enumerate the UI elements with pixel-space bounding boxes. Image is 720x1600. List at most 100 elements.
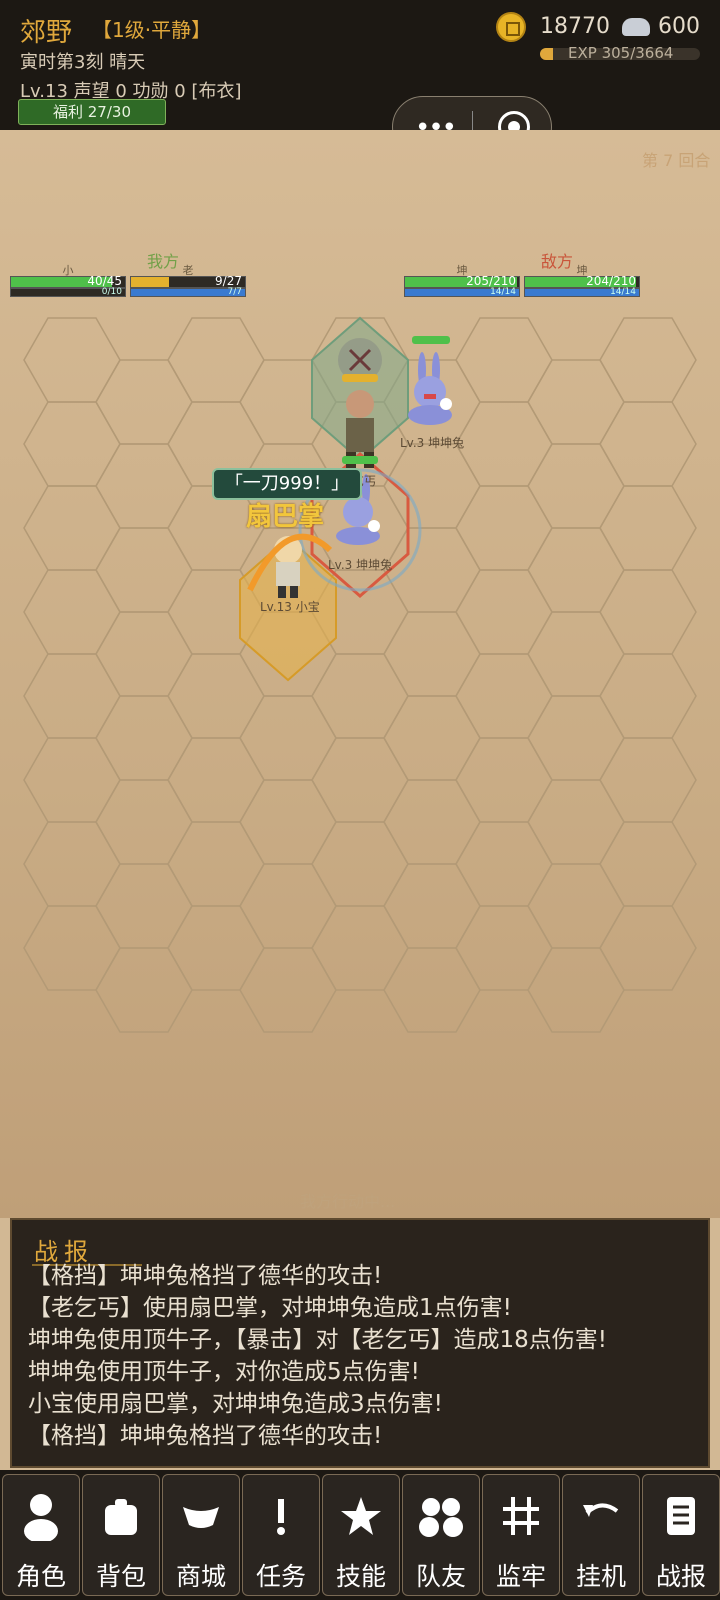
nav-skill[interactable]: 技能 — [322, 1474, 400, 1596]
nav-shop[interactable]: 商城 — [162, 1474, 240, 1596]
person-icon — [3, 1491, 79, 1543]
nav-label: 商城 — [175, 1562, 226, 1591]
rabbit-2-label: Lv.3 坤坤兔 — [328, 558, 393, 572]
hex-tile[interactable] — [527, 695, 625, 781]
silver-amount: 600 — [658, 14, 700, 39]
rabbit-unit-1[interactable] — [408, 336, 452, 425]
hex-tile[interactable] — [23, 401, 121, 487]
hp-text: 204/210 — [586, 274, 636, 288]
action-status: 我方行动中... — [300, 1192, 396, 1211]
hex-tile[interactable] — [239, 695, 337, 781]
hex-tile[interactable] — [95, 779, 193, 865]
hex-tile[interactable] — [527, 611, 625, 697]
hex-tile[interactable] — [23, 905, 121, 991]
hex-tile[interactable] — [23, 737, 121, 823]
scroll-icon — [643, 1491, 719, 1541]
exp-bar-fill — [540, 48, 554, 60]
hex-tile[interactable] — [527, 443, 625, 529]
nav-label: 监牢 — [495, 1562, 546, 1591]
hex-tile[interactable] — [383, 947, 481, 1033]
hex-tile[interactable] — [23, 485, 121, 571]
hex-tile[interactable] — [527, 359, 625, 445]
hex-tile[interactable] — [527, 863, 625, 949]
hex-tile[interactable] — [23, 317, 121, 403]
nav-quest[interactable]: 任务 — [242, 1474, 320, 1596]
hex-grid[interactable] — [0, 300, 720, 1040]
hex-tile[interactable] — [239, 779, 337, 865]
hex-tile[interactable] — [527, 947, 625, 1033]
hex-tile[interactable] — [311, 653, 409, 739]
hex-tile[interactable] — [455, 485, 553, 571]
nav-label: 挂机 — [575, 1562, 626, 1591]
bottom-nav: 角色 背包 商城 任务 技能 队友 监牢 挂机 战报 — [0, 1470, 720, 1600]
hp-bar-xiaobao: 小 40/45 0/10 — [10, 264, 126, 298]
hex-tile[interactable] — [23, 653, 121, 739]
hex-tile[interactable] — [383, 779, 481, 865]
mp-text: 0/10 — [101, 287, 122, 297]
hex-tile[interactable] — [455, 821, 553, 907]
nav-idle[interactable]: 挂机 — [562, 1474, 640, 1596]
hex-tile[interactable] — [599, 401, 697, 487]
hex-tile[interactable] — [383, 527, 481, 613]
nav-battle-report[interactable]: 战报 — [642, 1474, 720, 1596]
hex-tile[interactable] — [599, 653, 697, 739]
copper-coin-icon — [496, 12, 526, 42]
hex-tile[interactable] — [95, 611, 193, 697]
hex-tile[interactable] — [23, 569, 121, 655]
hex-tile[interactable] — [455, 317, 553, 403]
log-line: 【老乞丐】使用扇巴掌，对坤坤兔造成1点伤害! — [28, 1295, 512, 1321]
hex-tile[interactable] — [95, 695, 193, 781]
hex-tile[interactable] — [383, 863, 481, 949]
nav-label: 角色 — [15, 1562, 66, 1591]
nav-label: 背包 — [95, 1562, 146, 1591]
welfare-button[interactable]: 福利 27/30 — [18, 99, 166, 125]
hex-tile[interactable] — [167, 821, 265, 907]
hex-tile[interactable] — [383, 611, 481, 697]
hex-tile[interactable] — [599, 737, 697, 823]
hex-tile[interactable] — [599, 569, 697, 655]
nav-prison[interactable]: 监牢 — [482, 1474, 560, 1596]
nav-teammates[interactable]: 队友 — [402, 1474, 480, 1596]
hex-tile[interactable] — [311, 905, 409, 991]
hex-tile[interactable] — [95, 863, 193, 949]
hex-tile[interactable] — [599, 821, 697, 907]
log-line: 【格挡】坤坤兔格挡了德华的攻击! — [28, 1423, 383, 1449]
hex-tile[interactable] — [599, 317, 697, 403]
log-line: 【格挡】坤坤兔格挡了德华的攻击! — [28, 1263, 383, 1289]
hp-text: 9/27 — [215, 274, 242, 288]
nav-backpack[interactable]: 背包 — [82, 1474, 160, 1596]
hp-text: 205/210 — [466, 274, 516, 288]
hex-tile[interactable] — [455, 401, 553, 487]
hex-tile[interactable] — [167, 905, 265, 991]
hex-tile[interactable] — [167, 653, 265, 739]
nav-label: 战报 — [655, 1562, 706, 1591]
hex-tile[interactable] — [95, 359, 193, 445]
hex-tile[interactable] — [239, 947, 337, 1033]
hex-tile[interactable] — [95, 527, 193, 613]
mp-text: 14/14 — [490, 287, 516, 297]
hex-tile[interactable] — [455, 905, 553, 991]
hex-tile[interactable] — [527, 527, 625, 613]
hex-tile[interactable] — [239, 863, 337, 949]
hex-tile[interactable] — [383, 695, 481, 781]
hex-tile[interactable] — [599, 905, 697, 991]
hex-tile[interactable] — [455, 737, 553, 823]
hex-tile[interactable] — [527, 779, 625, 865]
copper-amount: 18770 — [540, 14, 610, 39]
hex-tile[interactable] — [167, 317, 265, 403]
hex-tile[interactable] — [167, 737, 265, 823]
battle-log-panel[interactable]: 战报 【格挡】坤坤兔格挡了德华的攻击! 【老乞丐】使用扇巴掌，对坤坤兔造成1点伤… — [10, 1218, 710, 1468]
exclamation-icon — [243, 1491, 319, 1541]
hex-tile[interactable] — [311, 821, 409, 907]
hex-tile[interactable] — [311, 737, 409, 823]
nav-label: 队友 — [415, 1562, 466, 1591]
hex-tile[interactable] — [95, 947, 193, 1033]
status-bar: 郊野 【1级·平静】 寅时第3刻 晴天 Lv.13 声望 0 功勋 0 [布衣]… — [0, 0, 720, 130]
nav-character[interactable]: 角色 — [2, 1474, 80, 1596]
hex-tile[interactable] — [23, 821, 121, 907]
log-line: 坤坤兔使用顶牛子，【暴击】对【老乞丐】造成18点伤害! — [28, 1327, 607, 1353]
hex-tile[interactable] — [599, 485, 697, 571]
hex-tile[interactable] — [455, 653, 553, 739]
hex-tile[interactable] — [455, 569, 553, 655]
hex-tile[interactable] — [95, 443, 193, 529]
